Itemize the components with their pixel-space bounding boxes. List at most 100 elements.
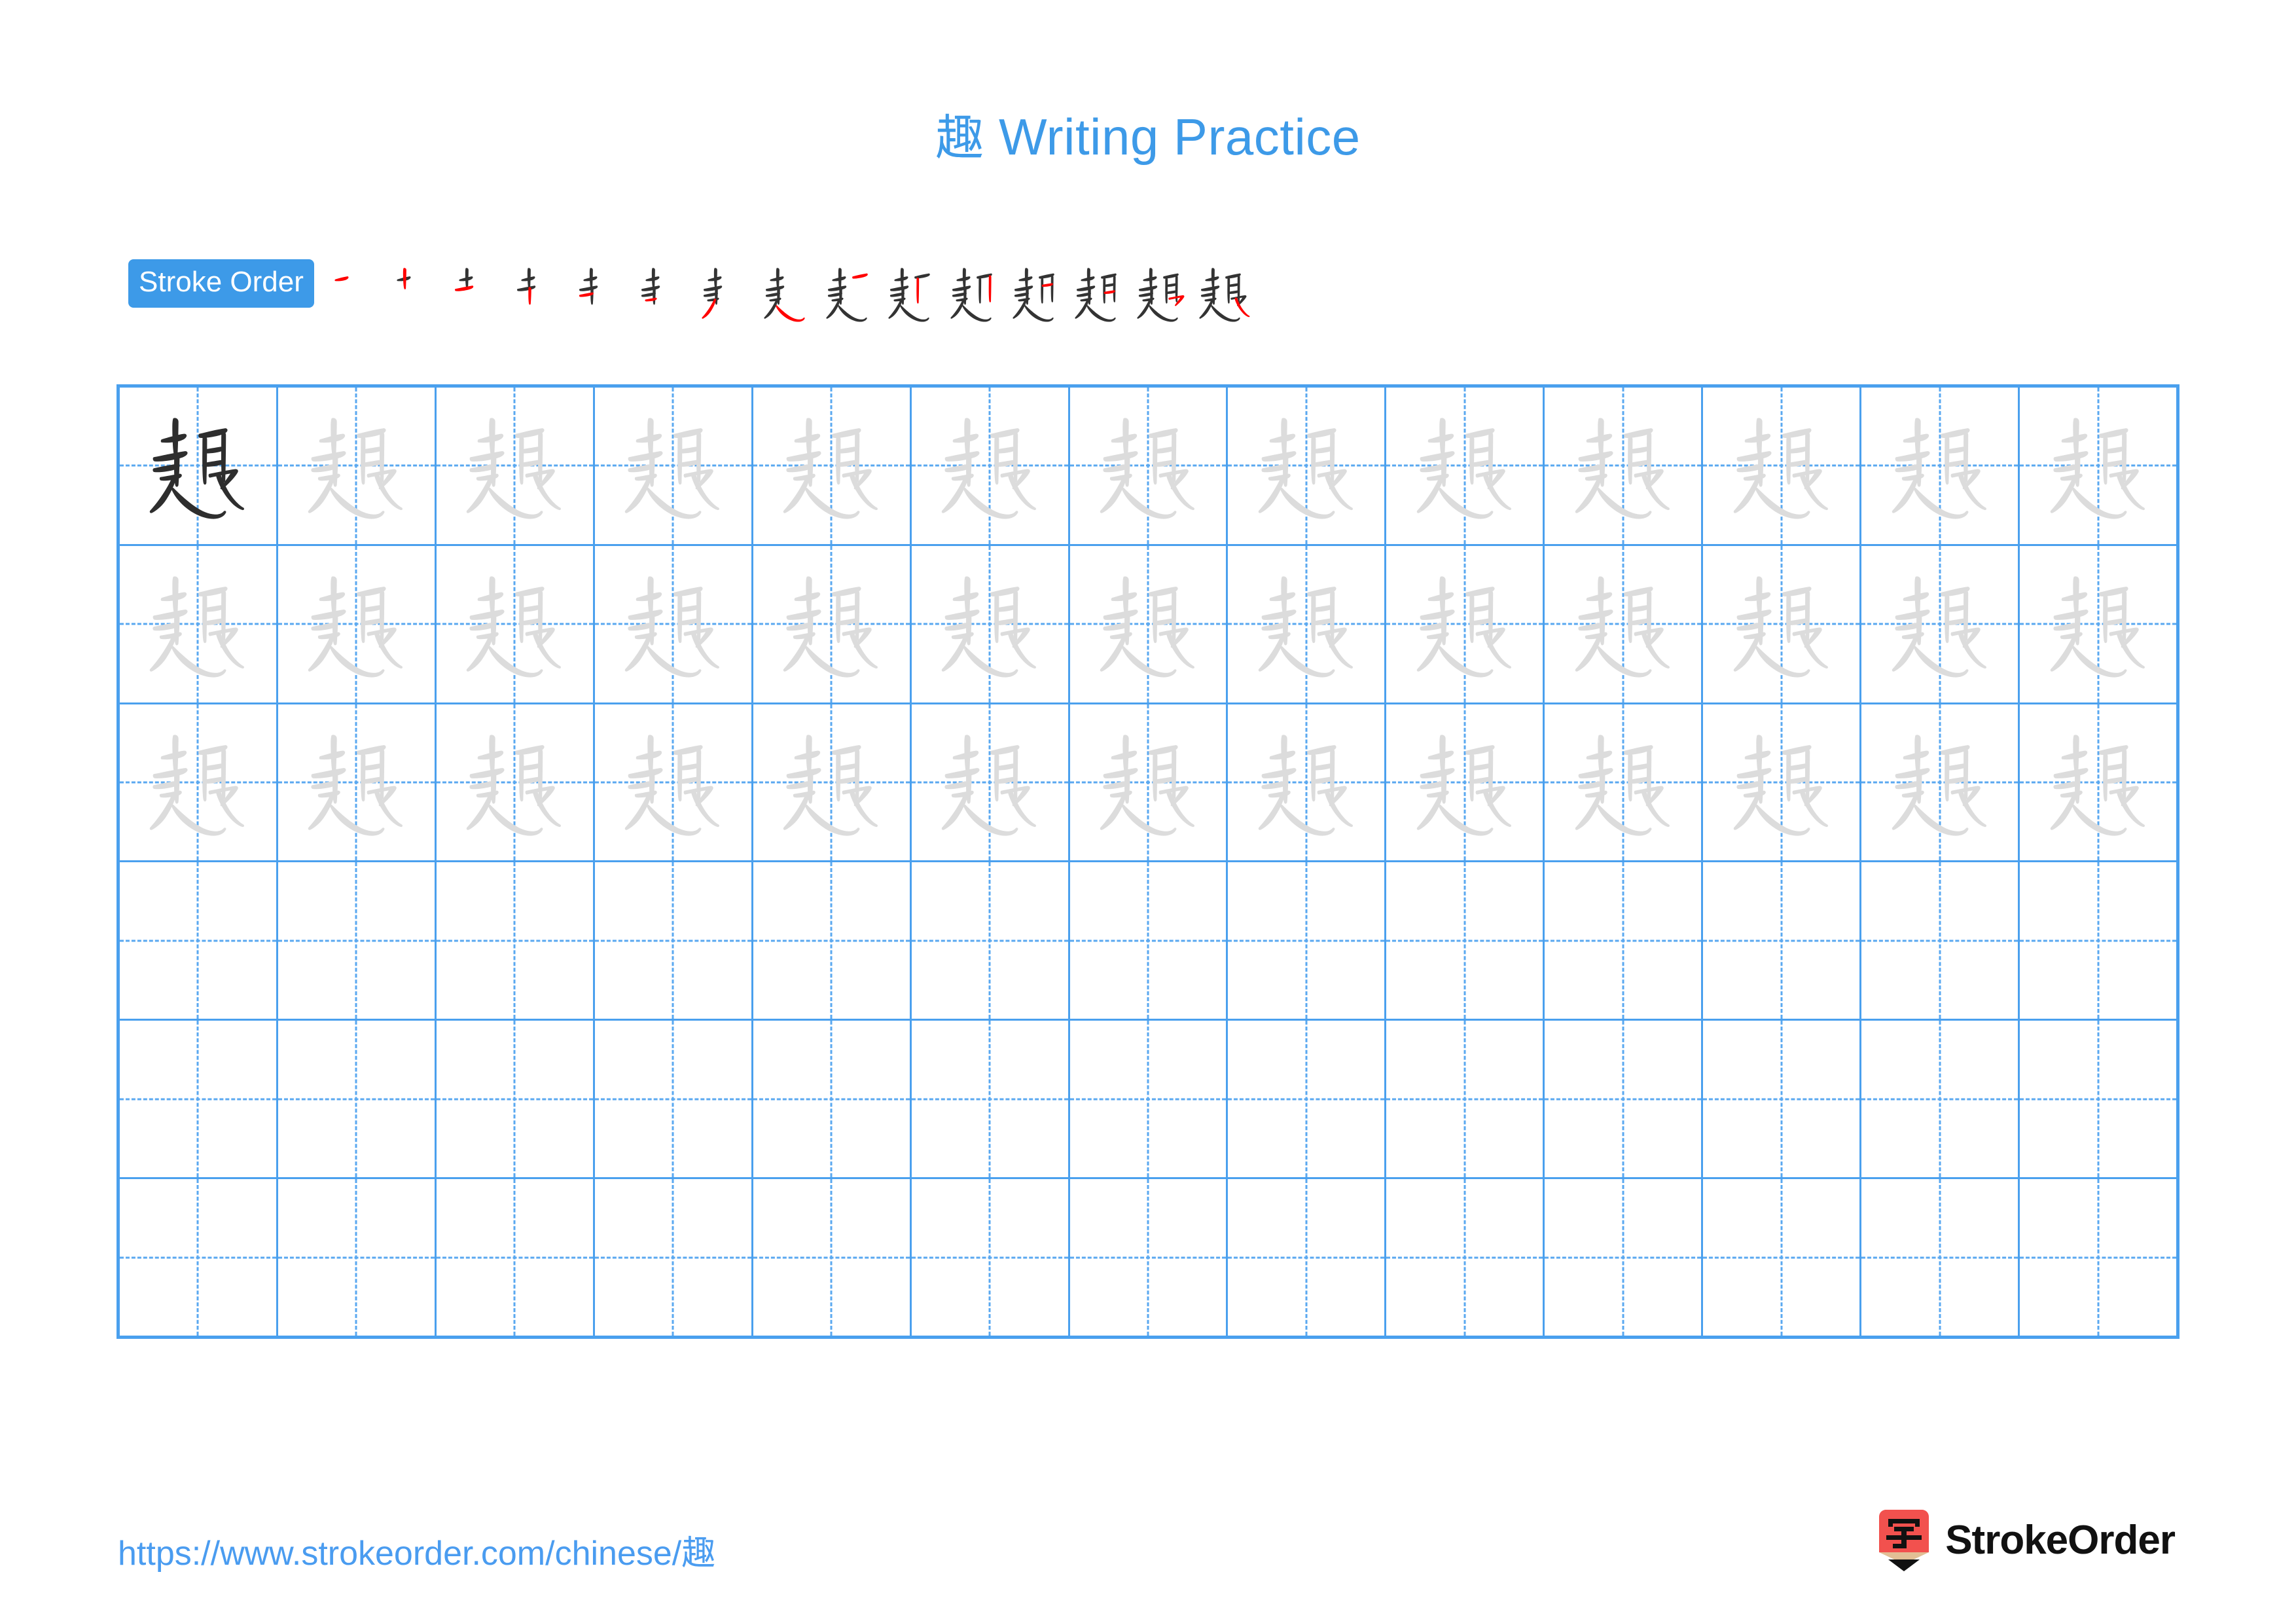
- grid-cell-blank[interactable]: [753, 1179, 912, 1336]
- grid-cell-blank[interactable]: [437, 1021, 595, 1178]
- grid-cell-blank[interactable]: [595, 862, 753, 1019]
- grid-cell-blank[interactable]: [437, 862, 595, 1019]
- grid-cell-blank[interactable]: [1703, 1021, 1862, 1178]
- grid-cell-trace[interactable]: [1703, 388, 1862, 544]
- grid-cell-blank[interactable]: [1861, 862, 2020, 1019]
- stroke-step-9: [821, 254, 883, 333]
- grid-cell-trace[interactable]: [595, 704, 753, 861]
- stroke-step-glyph: [1199, 268, 1250, 322]
- grid-cell-trace[interactable]: [2020, 704, 2176, 861]
- grid-cell-trace[interactable]: [1228, 704, 1387, 861]
- grid-cell-trace[interactable]: [437, 545, 595, 702]
- grid-cell-trace[interactable]: [1386, 388, 1545, 544]
- grid-cell-blank[interactable]: [912, 1021, 1070, 1178]
- grid-cell-trace[interactable]: [120, 704, 278, 861]
- grid-cell-blank[interactable]: [1545, 1021, 1704, 1178]
- grid-cell-trace[interactable]: [1228, 388, 1387, 544]
- stroke-step-8: [759, 254, 821, 333]
- grid-cell-blank[interactable]: [1228, 862, 1387, 1019]
- grid-cell-trace[interactable]: [1861, 704, 2020, 861]
- brand-logo[interactable]: StrokeOrder: [1877, 1509, 2176, 1572]
- grid-cell-blank[interactable]: [120, 1021, 278, 1178]
- trace-character: [1703, 388, 1859, 544]
- grid-cell-blank[interactable]: [1228, 1179, 1387, 1336]
- grid-cell-blank[interactable]: [1386, 862, 1545, 1019]
- grid-cell-trace[interactable]: [1070, 704, 1229, 861]
- grid-cell-blank[interactable]: [1386, 1021, 1545, 1178]
- stroke-step-6: [634, 254, 696, 333]
- grid-cell-trace[interactable]: [437, 704, 595, 861]
- grid-cell-blank[interactable]: [595, 1179, 753, 1336]
- trace-character: [1070, 546, 1227, 702]
- grid-cell-trace[interactable]: [2020, 388, 2176, 544]
- grid-cell-trace[interactable]: [437, 388, 595, 544]
- grid-cell-trace[interactable]: [1545, 545, 1704, 702]
- grid-cell-blank[interactable]: [1545, 862, 1704, 1019]
- grid-cell-blank[interactable]: [1861, 1021, 2020, 1178]
- grid-cell-trace[interactable]: [753, 388, 912, 544]
- trace-character: [1386, 388, 1543, 544]
- grid-cell-blank[interactable]: [1703, 862, 1862, 1019]
- grid-cell-trace[interactable]: [1070, 545, 1229, 702]
- grid-cell-blank[interactable]: [1386, 1179, 1545, 1336]
- stroke-step-glyph: [641, 268, 660, 305]
- grid-cell-trace[interactable]: [1545, 704, 1704, 861]
- grid-cell-blank[interactable]: [437, 1179, 595, 1336]
- grid-cell-blank[interactable]: [278, 1021, 437, 1178]
- grid-cell-blank[interactable]: [278, 1179, 437, 1336]
- stroke-step-13: [1069, 254, 1132, 333]
- grid-cell-trace[interactable]: [912, 704, 1070, 861]
- trace-character: [2020, 388, 2176, 544]
- stroke-step-2: [386, 254, 448, 333]
- grid-cell-blank[interactable]: [753, 862, 912, 1019]
- trace-character: [120, 546, 276, 702]
- grid-cell-trace[interactable]: [278, 388, 437, 544]
- grid-cell-model[interactable]: [120, 388, 278, 544]
- grid-cell-trace[interactable]: [1703, 704, 1862, 861]
- grid-cell-blank[interactable]: [1545, 1179, 1704, 1336]
- grid-row: [120, 704, 2176, 863]
- grid-cell-trace[interactable]: [1386, 704, 1545, 861]
- grid-cell-blank[interactable]: [120, 862, 278, 1019]
- grid-cell-trace[interactable]: [912, 388, 1070, 544]
- grid-cell-trace[interactable]: [1861, 388, 2020, 544]
- grid-cell-blank[interactable]: [2020, 1179, 2176, 1336]
- grid-cell-blank[interactable]: [2020, 1021, 2176, 1177]
- stroke-step-glyph: [888, 268, 930, 322]
- grid-cell-blank[interactable]: [278, 862, 437, 1019]
- grid-cell-trace[interactable]: [1228, 545, 1387, 702]
- grid-cell-blank[interactable]: [1070, 1179, 1229, 1336]
- grid-cell-trace[interactable]: [120, 545, 278, 702]
- trace-character: [1228, 704, 1384, 861]
- grid-cell-blank[interactable]: [912, 862, 1070, 1019]
- grid-cell-blank[interactable]: [1228, 1021, 1387, 1178]
- grid-cell-trace[interactable]: [278, 545, 437, 702]
- grid-cell-trace[interactable]: [1386, 545, 1545, 702]
- source-url[interactable]: https://www.strokeorder.com/chinese/趣: [118, 1525, 715, 1575]
- grid-cell-blank[interactable]: [1703, 1179, 1862, 1336]
- grid-cell-trace[interactable]: [753, 704, 912, 861]
- grid-cell-trace[interactable]: [912, 545, 1070, 702]
- trace-character: [278, 704, 435, 861]
- grid-cell-blank[interactable]: [595, 1021, 753, 1178]
- grid-cell-blank[interactable]: [1070, 1021, 1229, 1178]
- grid-cell-trace[interactable]: [2020, 546, 2176, 702]
- grid-cell-blank[interactable]: [2020, 862, 2176, 1019]
- grid-cell-blank[interactable]: [1070, 862, 1229, 1019]
- grid-cell-blank[interactable]: [1861, 1179, 2020, 1336]
- grid-cell-blank[interactable]: [120, 1179, 278, 1336]
- practice-grid: [117, 384, 2179, 1339]
- stroke-step-glyph: [454, 268, 474, 291]
- grid-cell-trace[interactable]: [278, 704, 437, 861]
- grid-cell-blank[interactable]: [912, 1179, 1070, 1336]
- grid-cell-trace[interactable]: [753, 545, 912, 702]
- stroke-step-glyph: [950, 268, 992, 322]
- grid-cell-trace[interactable]: [595, 545, 753, 702]
- grid-cell-trace[interactable]: [595, 388, 753, 544]
- grid-cell-trace[interactable]: [1545, 388, 1704, 544]
- grid-cell-trace[interactable]: [1070, 388, 1229, 544]
- grid-cell-trace[interactable]: [1703, 545, 1862, 702]
- stroke-step-5: [572, 254, 634, 333]
- grid-cell-trace[interactable]: [1861, 545, 2020, 702]
- grid-cell-blank[interactable]: [753, 1021, 912, 1178]
